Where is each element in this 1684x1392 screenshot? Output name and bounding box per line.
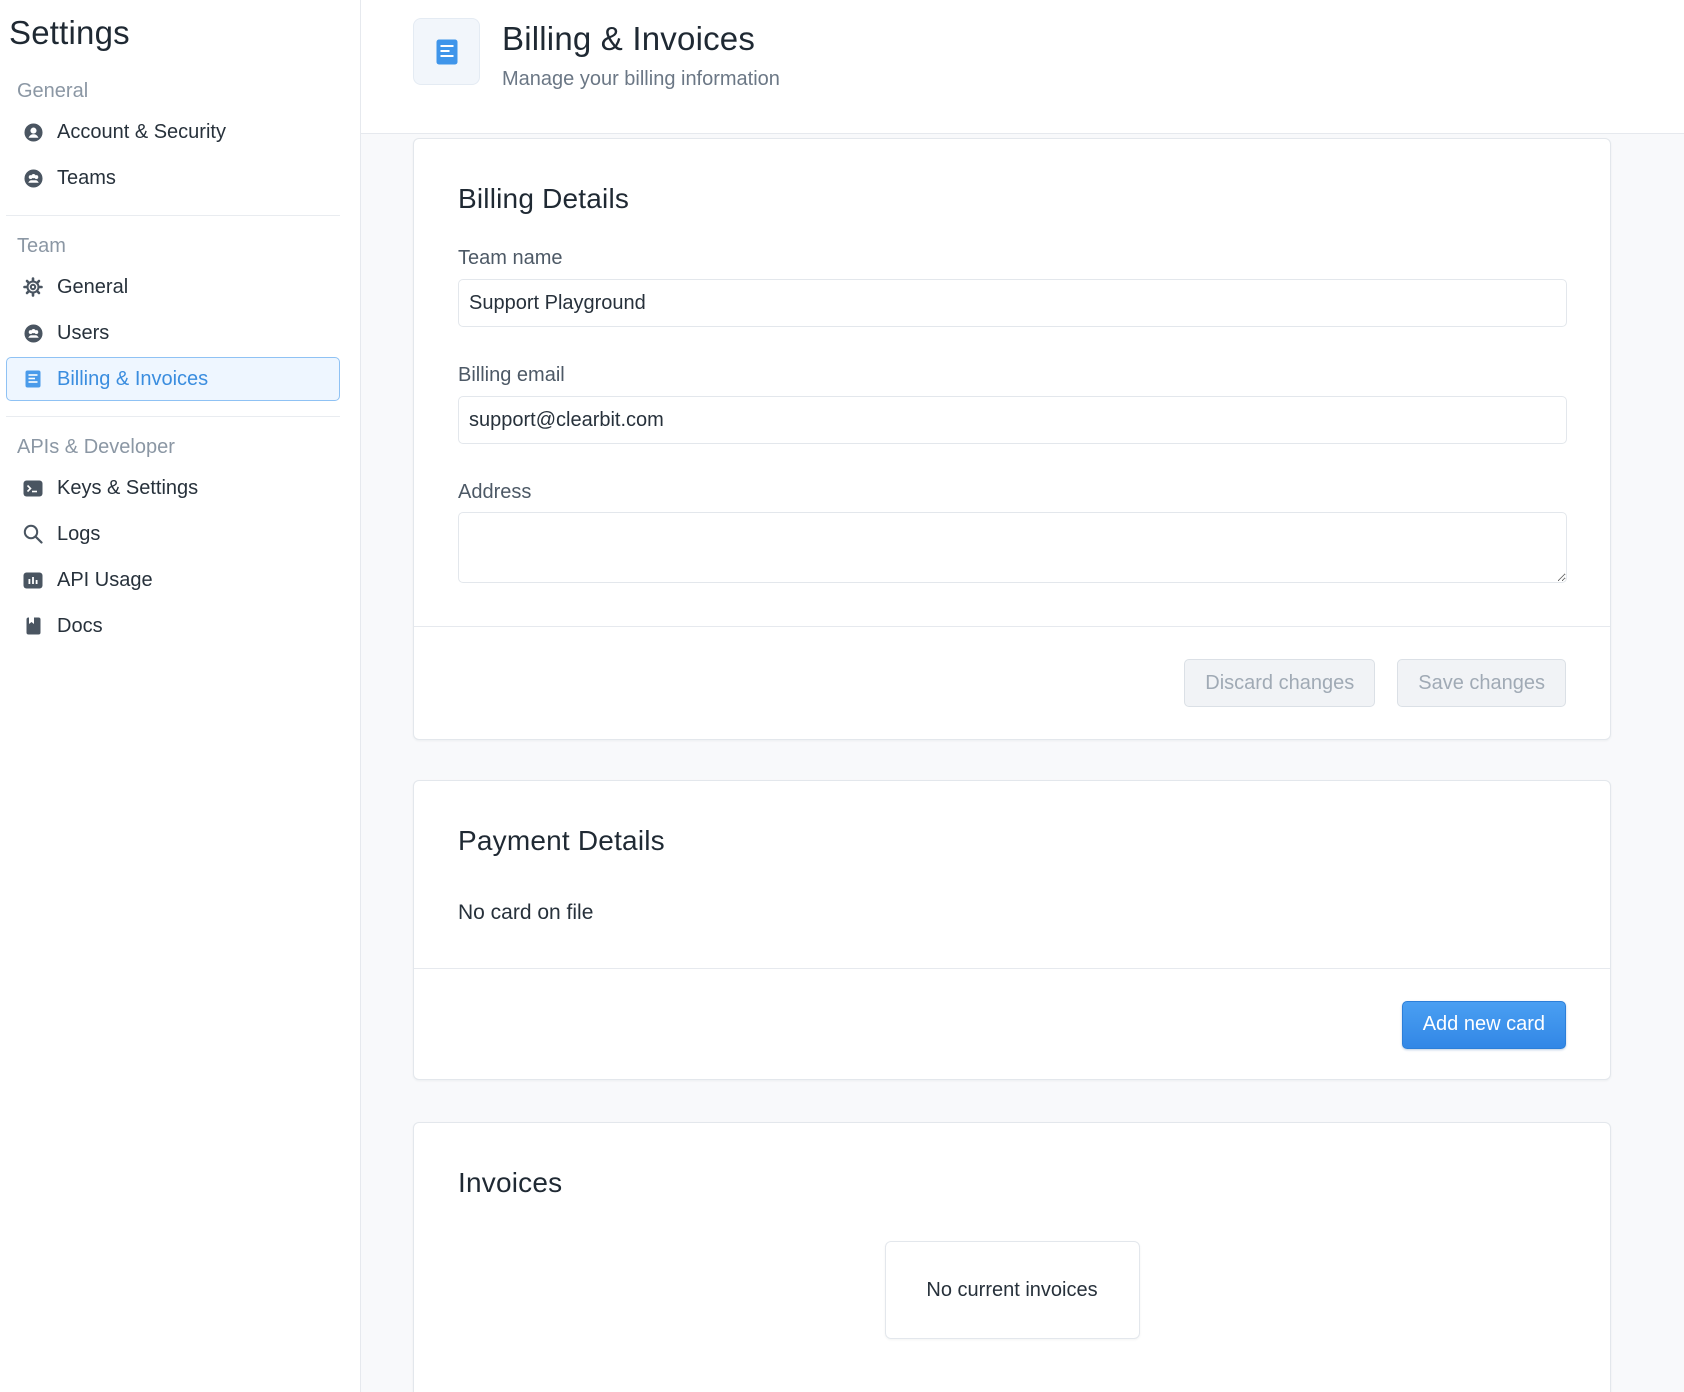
- team-name-label: Team name: [458, 247, 563, 269]
- settings-app: Settings General Account & Security Team…: [0, 0, 1684, 1392]
- nav-heading-general: General: [17, 79, 89, 102]
- sidebar-item-keys-settings[interactable]: Keys & Settings: [6, 466, 340, 510]
- sidebar-item-label: Billing & Invoices: [57, 367, 209, 390]
- sidebar-item-general[interactable]: General: [6, 265, 340, 309]
- invoices-empty-state: No current invoices: [884, 1241, 1140, 1339]
- terminal-icon: [23, 478, 43, 498]
- nav-divider: [6, 215, 340, 216]
- billing-email-input[interactable]: [458, 396, 1567, 444]
- sidebar-item-label: Keys & Settings: [57, 476, 199, 499]
- sidebar-item-billing-invoices[interactable]: Billing & Invoices: [6, 357, 340, 401]
- address-textarea[interactable]: [458, 512, 1567, 583]
- sidebar-item-users[interactable]: Users: [6, 311, 340, 355]
- team-name-input[interactable]: [458, 279, 1567, 327]
- gear-icon: [23, 277, 43, 297]
- page-header: Billing & Invoices Manage your billing i…: [361, 0, 1684, 134]
- discard-changes-button[interactable]: Discard changes: [1184, 659, 1376, 707]
- payment-details-footer: Add new card: [414, 968, 1610, 1080]
- sidebar-item-api-usage[interactable]: API Usage: [6, 558, 340, 602]
- sidebar-item-logs[interactable]: Logs: [6, 512, 340, 556]
- sidebar-item-label: Teams: [57, 166, 116, 189]
- billing-details-footer: Discard changes Save changes: [414, 626, 1610, 739]
- payment-status-text: No card on file: [458, 901, 594, 924]
- sidebar-item-label: Logs: [57, 522, 101, 545]
- page-title: Billing & Invoices: [502, 20, 756, 57]
- billing-email-label: Billing email: [458, 364, 565, 386]
- sidebar-item-teams[interactable]: Teams: [6, 156, 340, 200]
- team-icon: [23, 168, 43, 188]
- user-circle-icon: [23, 122, 43, 142]
- document-icon: [23, 369, 43, 389]
- nav-divider: [6, 416, 340, 417]
- nav-section-apis: APIs & Developer Keys & Settings Logs AP…: [0, 430, 360, 648]
- sidebar-item-label: API Usage: [57, 568, 153, 591]
- payment-details-title: Payment Details: [458, 825, 665, 856]
- sidebar-item-label: Docs: [57, 614, 103, 637]
- sidebar-item-label: Users: [57, 321, 110, 344]
- add-new-card-button[interactable]: Add new card: [1401, 1000, 1566, 1049]
- invoices-title: Invoices: [458, 1167, 563, 1198]
- sidebar: Settings General Account & Security Team…: [0, 0, 361, 1392]
- main-content: Billing & Invoices Manage your billing i…: [361, 0, 1684, 1392]
- payment-details-body: Payment Details No card on file: [414, 781, 1610, 968]
- address-label: Address: [458, 481, 532, 503]
- nav-section-team: Team General Users Billing & Invoices: [0, 229, 360, 401]
- sidebar-item-label: General: [57, 275, 129, 298]
- page-subtitle: Manage your billing information: [502, 68, 780, 90]
- sidebar-title: Settings: [9, 14, 130, 51]
- bar-chart-icon: [23, 570, 43, 590]
- book-icon: [23, 616, 43, 636]
- sidebar-item-docs[interactable]: Docs: [6, 604, 340, 648]
- billing-details-card: Billing Details Team name Billing email …: [413, 138, 1611, 740]
- nav-heading-apis: APIs & Developer: [17, 435, 175, 458]
- billing-details-body: Billing Details Team name Billing email …: [414, 139, 1610, 626]
- invoices-card: Invoices No current invoices: [413, 1122, 1611, 1392]
- invoices-empty-wrap: No current invoices: [458, 1241, 1566, 1339]
- sidebar-item-account-security[interactable]: Account & Security: [6, 110, 340, 154]
- users-icon: [23, 323, 43, 343]
- save-changes-button[interactable]: Save changes: [1397, 659, 1566, 707]
- nav-heading-team: Team: [17, 234, 66, 257]
- nav-section-general: General Account & Security Teams: [0, 74, 360, 200]
- invoices-body: Invoices No current invoices: [414, 1123, 1610, 1339]
- header-text: Billing & Invoices Manage your billing i…: [502, 18, 780, 91]
- payment-details-card: Payment Details No card on file Add new …: [413, 780, 1611, 1080]
- document-icon: [413, 18, 480, 85]
- sidebar-item-label: Account & Security: [57, 120, 226, 143]
- billing-details-title: Billing Details: [458, 183, 630, 214]
- search-icon: [23, 524, 43, 544]
